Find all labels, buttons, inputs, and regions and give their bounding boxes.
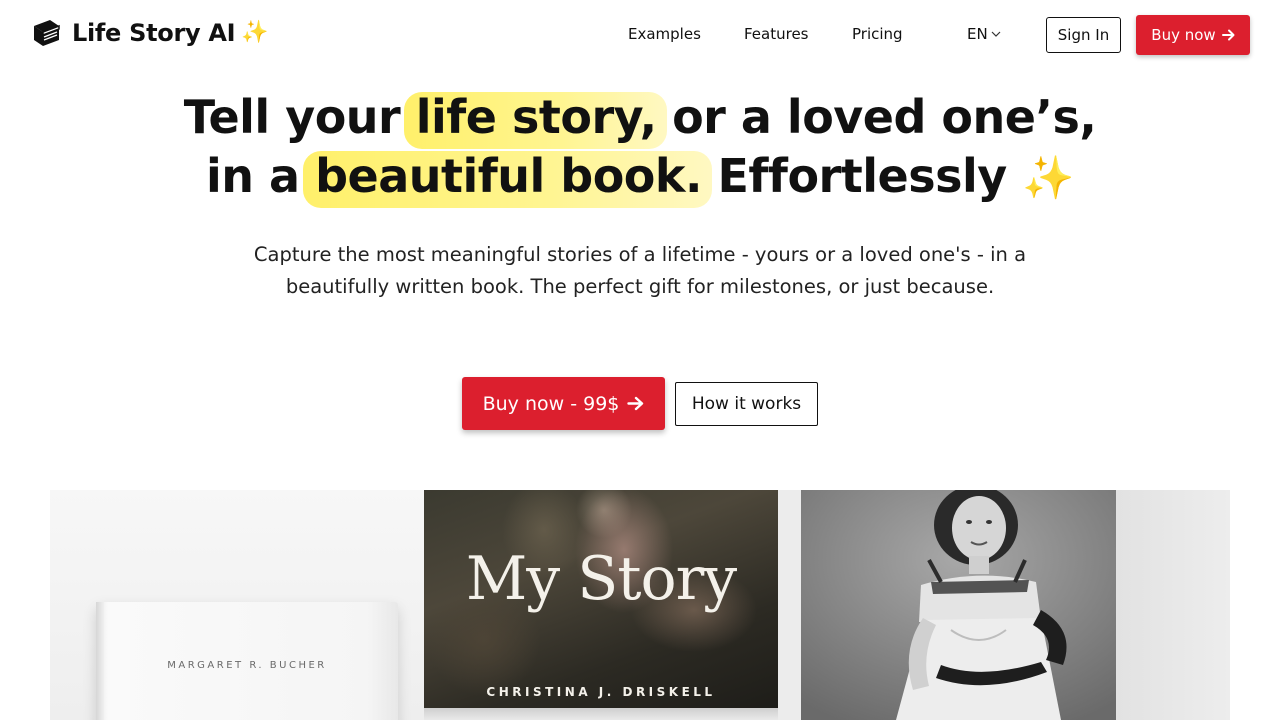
my-story-book-image: My Story CHRISTINA J. DRISKELL bbox=[424, 490, 778, 720]
language-selector[interactable]: EN bbox=[967, 25, 1001, 43]
arrow-right-icon bbox=[1221, 29, 1235, 41]
vintage-portrait-photo bbox=[801, 490, 1116, 720]
how-it-works-button[interactable]: How it works bbox=[675, 382, 818, 426]
hero-buy-now-label: Buy now - 99$ bbox=[482, 392, 620, 415]
highlight-beautiful-book: beautiful book. bbox=[303, 147, 712, 208]
top-nav: Life Story AI ✨ Examples Features Pricin… bbox=[0, 0, 1280, 70]
hero-title-text: Effortlessly bbox=[701, 149, 1023, 203]
hero-title-line2: in a beautiful book. Effortlessly ✨ bbox=[0, 147, 1280, 208]
book-icon bbox=[34, 20, 60, 46]
book-cover-author: CHRISTINA J. DRISKELL bbox=[486, 685, 716, 699]
hero-title-text: Tell your bbox=[183, 90, 416, 144]
nav-features-link[interactable]: Features bbox=[744, 25, 809, 43]
hero-title-text: in a bbox=[205, 149, 316, 203]
nav-examples-link[interactable]: Examples bbox=[628, 25, 701, 43]
nav-pricing-link[interactable]: Pricing bbox=[852, 25, 903, 43]
book-cover-title: My Story bbox=[465, 544, 737, 614]
hero-title: Tell your life story, or a loved one’s, … bbox=[0, 88, 1280, 208]
white-book-author: MARGARET R. BUCHER bbox=[167, 660, 327, 671]
sparkle-icon: ✨ bbox=[241, 20, 269, 45]
nav-buy-now-label: Buy now bbox=[1151, 26, 1216, 44]
sign-in-button[interactable]: Sign In bbox=[1046, 17, 1121, 53]
how-it-works-label: How it works bbox=[691, 394, 802, 414]
language-label: EN bbox=[967, 25, 988, 43]
sparkle-icon: ✨ bbox=[1022, 153, 1075, 202]
hero-buy-now-button[interactable]: Buy now - 99$ bbox=[462, 377, 665, 430]
white-book-image: MARGARET R. BUCHER bbox=[50, 490, 424, 720]
book-cover-shadow bbox=[424, 708, 778, 720]
brand-logo[interactable]: Life Story AI ✨ bbox=[30, 18, 269, 48]
white-book: MARGARET R. BUCHER bbox=[96, 602, 398, 720]
hero-title-text: or a loved one’s, bbox=[656, 90, 1097, 144]
brand-name: Life Story AI bbox=[72, 19, 236, 47]
background-panel bbox=[1116, 490, 1230, 720]
nav-buy-now-button[interactable]: Buy now bbox=[1136, 15, 1250, 55]
book-cover: My Story CHRISTINA J. DRISKELL bbox=[424, 490, 778, 708]
portrait-illustration bbox=[801, 490, 1116, 720]
chevron-down-icon bbox=[991, 31, 1001, 37]
highlight-life-story: life story, bbox=[403, 88, 667, 149]
book-gallery: MARGARET R. BUCHER My Story CHRISTINA J.… bbox=[50, 490, 1230, 720]
arrow-right-icon bbox=[627, 396, 644, 411]
hero-subtitle: Capture the most meaningful stories of a… bbox=[253, 243, 1027, 298]
hero-title-line1: Tell your life story, or a loved one’s, bbox=[0, 88, 1280, 149]
sign-in-label: Sign In bbox=[1057, 26, 1110, 44]
